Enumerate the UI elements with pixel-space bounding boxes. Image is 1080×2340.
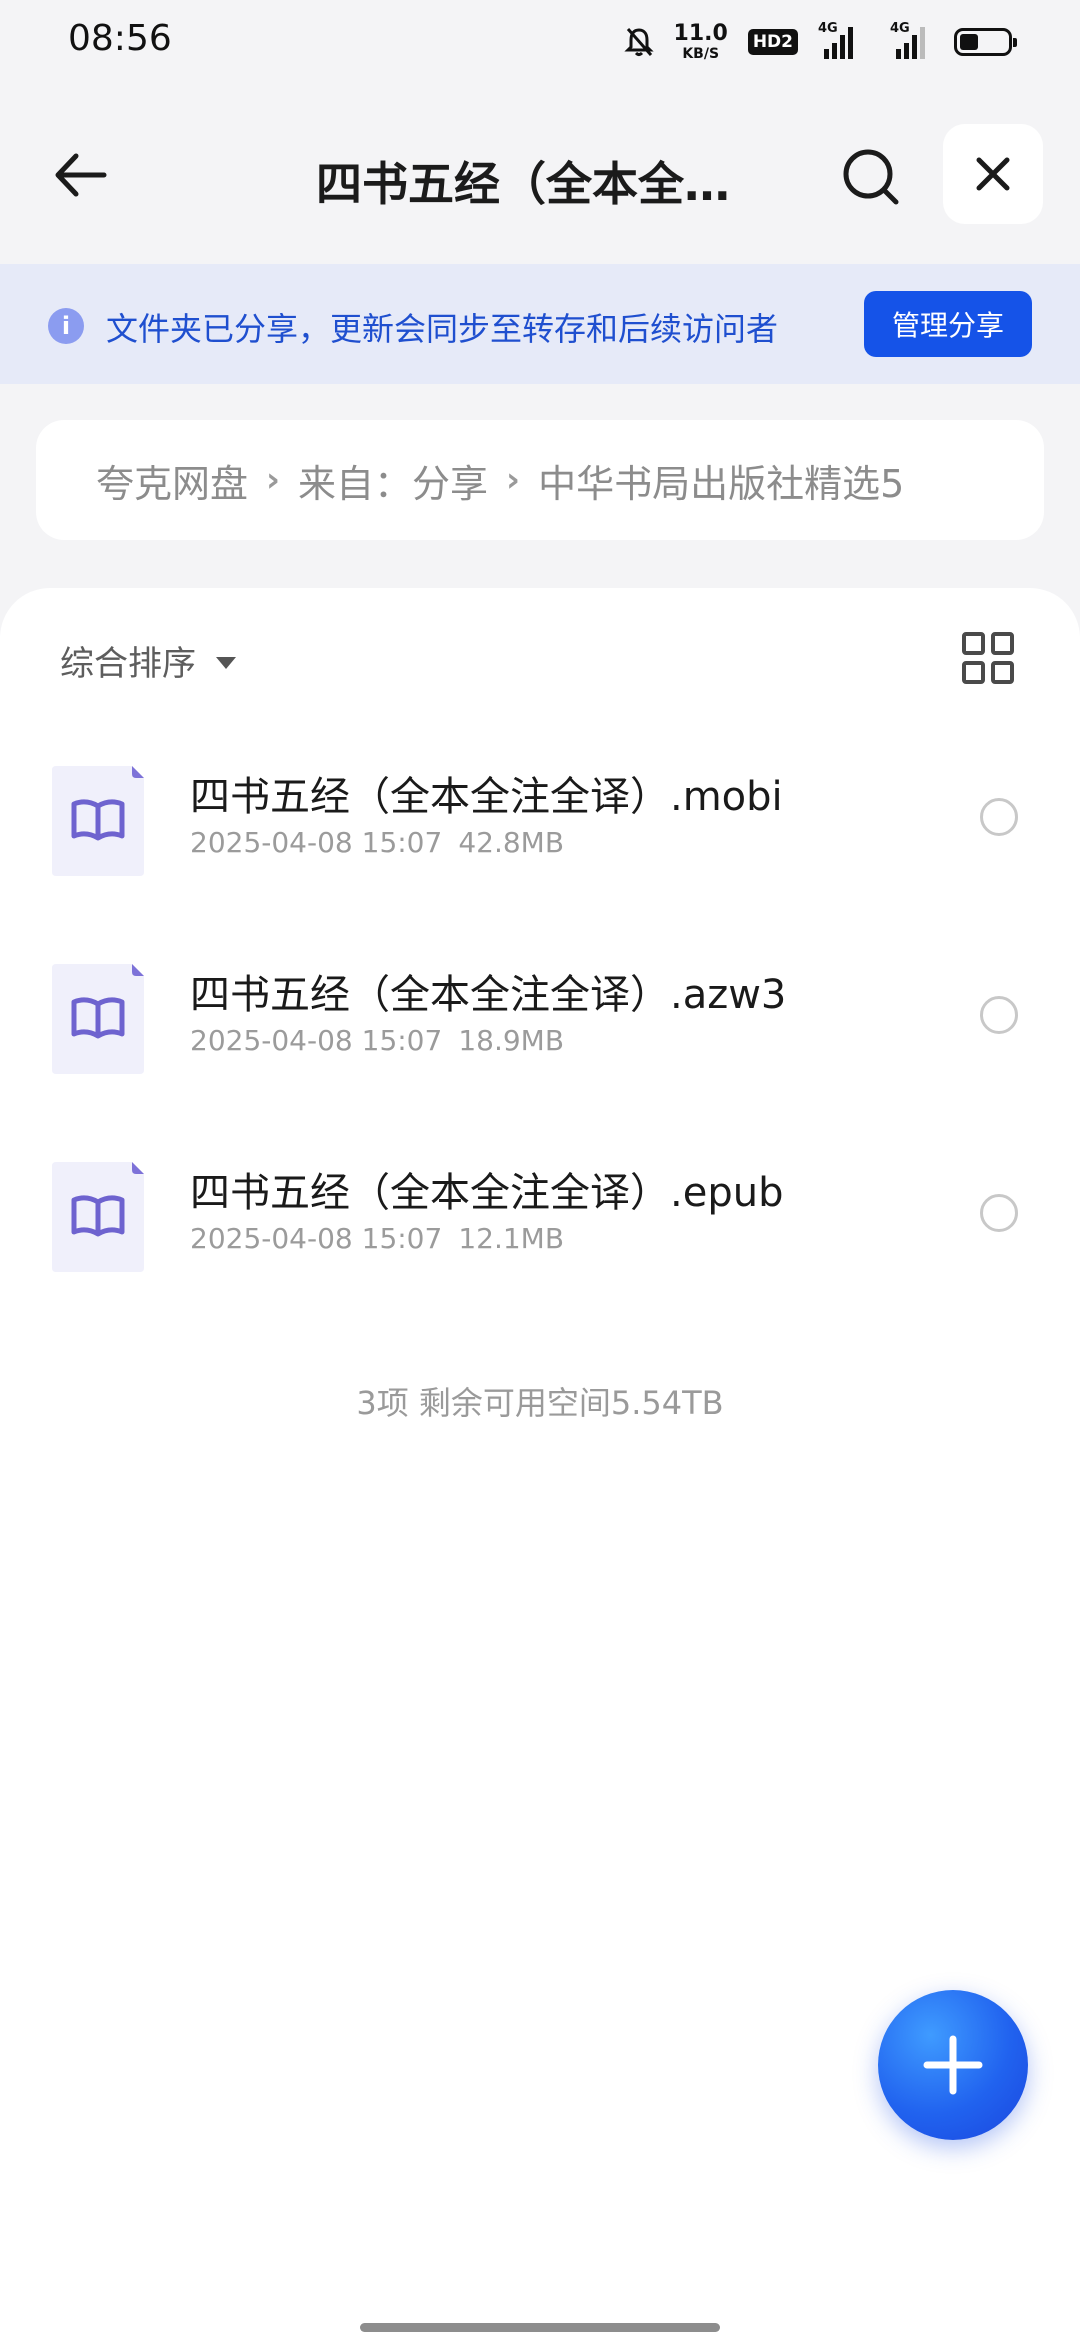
net-speed: 11.0 KB/S [673, 21, 728, 62]
ebook-file-icon [52, 964, 144, 1074]
breadcrumb-separator-icon: › [266, 460, 281, 500]
file-list-item[interactable]: 四书五经（全本全注全译）.mobi 2025-04-08 15:07 42.8MB [0, 738, 1080, 888]
breadcrumb-item-root[interactable]: 夸克网盘 [96, 453, 248, 508]
file-name: 四书五经（全本全注全译）.epub [190, 1170, 784, 1216]
add-button[interactable] [878, 1990, 1028, 2140]
close-icon [976, 157, 1010, 191]
ebook-file-icon [52, 766, 144, 876]
manage-share-button[interactable]: 管理分享 [864, 291, 1032, 357]
file-select-radio[interactable] [980, 996, 1018, 1034]
breadcrumb-item-current[interactable]: 中华书局出版社精选5 [538, 453, 904, 508]
sort-dropdown[interactable]: 综合排序 [60, 636, 236, 685]
caret-down-icon [216, 656, 236, 669]
signal-label-secondary: 4G [890, 21, 910, 36]
search-icon [843, 149, 899, 205]
home-indicator[interactable] [360, 2323, 720, 2332]
grid-view-icon[interactable] [960, 630, 1016, 686]
net-speed-value: 11.0 [673, 21, 728, 46]
back-arrow-icon [55, 153, 107, 197]
signal-label: 4G [818, 21, 838, 36]
header: 四书五经（全本全… [0, 120, 1080, 230]
battery-fill [960, 34, 979, 50]
back-button[interactable] [40, 145, 120, 205]
search-button[interactable] [836, 142, 906, 212]
signal-icon-secondary: 4G [882, 21, 934, 59]
file-date: 2025-04-08 15:07 [190, 1222, 443, 1255]
file-date: 2025-04-08 15:07 [190, 1024, 443, 1057]
file-size: 12.1MB [458, 1222, 565, 1255]
file-list-item[interactable]: 四书五经（全本全注全译）.azw3 2025-04-08 15:07 18.9MB [0, 936, 1080, 1086]
file-size: 42.8MB [458, 826, 565, 859]
ebook-file-icon [52, 1162, 144, 1272]
hd-voice-icon: HD2 [747, 29, 798, 55]
file-meta: 2025-04-08 15:07 18.9MB [190, 1024, 564, 1057]
file-select-radio[interactable] [980, 798, 1018, 836]
close-button[interactable] [943, 124, 1043, 224]
net-speed-unit: KB/S [682, 46, 720, 62]
file-name: 四书五经（全本全注全译）.mobi [190, 774, 783, 820]
mute-bell-icon [623, 28, 654, 56]
share-banner-text: 文件夹已分享，更新会同步至转存和后续访问者 [106, 310, 779, 348]
battery-icon [954, 28, 1017, 56]
file-meta: 2025-04-08 15:07 12.1MB [190, 1222, 564, 1255]
breadcrumb-item-shared[interactable]: 来自：分享 [298, 453, 488, 508]
file-date: 2025-04-08 15:07 [190, 826, 443, 859]
file-name: 四书五经（全本全注全译）.azw3 [190, 972, 787, 1018]
file-list-item[interactable]: 四书五经（全本全注全译）.epub 2025-04-08 15:07 12.1MB [0, 1134, 1080, 1284]
share-banner: i 文件夹已分享，更新会同步至转存和后续访问者 管理分享 [0, 264, 1080, 384]
plus-icon [923, 2035, 983, 2095]
status-bar: 08:56 11.0 KB/S HD2 4G 4G [0, 0, 1080, 80]
status-time: 08:56 [68, 18, 172, 59]
sort-label: 综合排序 [60, 644, 196, 684]
file-select-radio[interactable] [980, 1194, 1018, 1232]
page-title: 四书五经（全本全… [316, 157, 730, 211]
storage-summary: 3项 剩余可用空间5.54TB [356, 1384, 724, 1422]
file-meta: 2025-04-08 15:07 42.8MB [190, 826, 564, 859]
breadcrumb-separator-icon: › [506, 460, 521, 500]
file-size: 18.9MB [458, 1024, 565, 1057]
signal-icon: 4G [818, 21, 862, 59]
breadcrumb: 夸克网盘 › 来自：分享 › 中华书局出版社精选5 [36, 420, 1044, 540]
info-icon: i [48, 308, 84, 344]
status-icons: 11.0 KB/S HD2 4G 4G [623, 20, 1017, 64]
